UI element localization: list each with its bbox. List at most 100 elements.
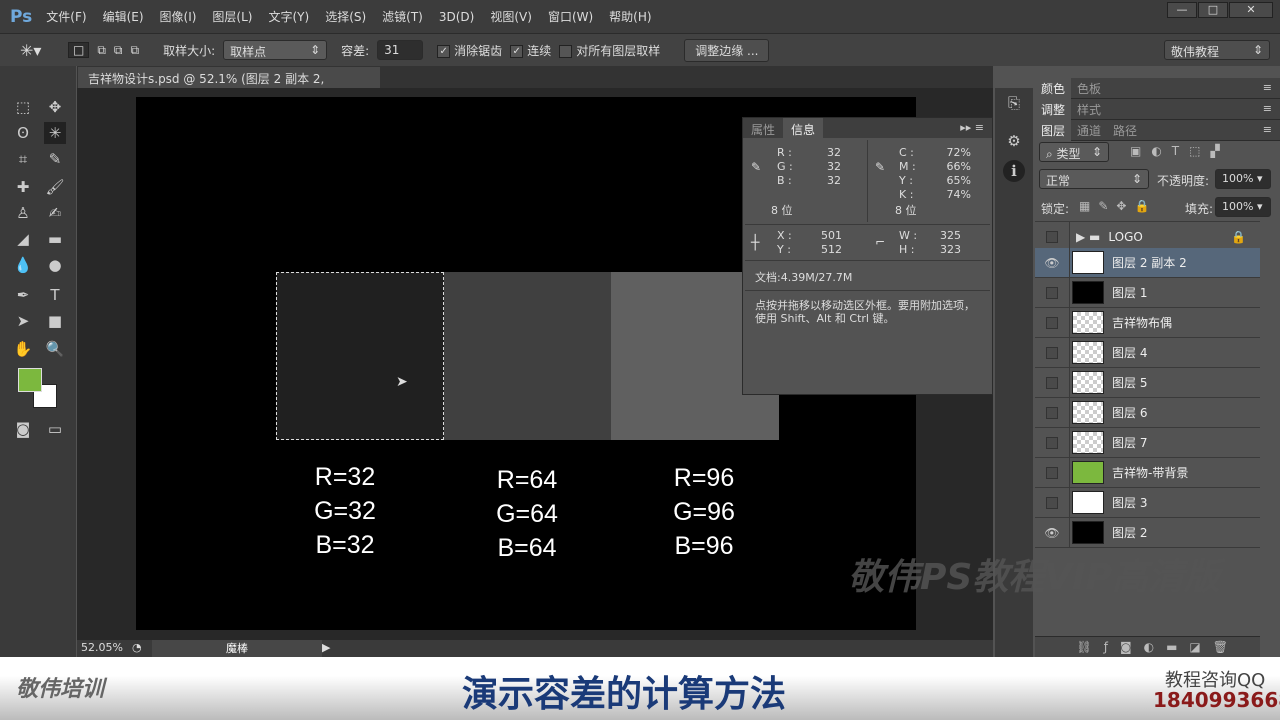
layer-row[interactable]: 👁 图层 2 bbox=[1035, 517, 1260, 548]
layer-row-selected[interactable]: 👁 图层 2 副本 2 bbox=[1035, 247, 1260, 278]
move-tool-icon[interactable]: ✥ bbox=[44, 96, 66, 118]
layer-row[interactable]: 图层 4 bbox=[1035, 337, 1260, 368]
quick-mask-icon[interactable]: ◙ bbox=[12, 418, 34, 440]
dodge-tool-icon[interactable]: ● bbox=[44, 254, 66, 276]
healing-brush-icon[interactable]: ✚ bbox=[12, 176, 34, 198]
layer-row[interactable]: 吉祥物-带背景 bbox=[1035, 457, 1260, 488]
properties-panel-icon[interactable]: ⚙ bbox=[1003, 130, 1025, 152]
antialias-checkbox[interactable]: ✓ 消除锯齿 bbox=[437, 42, 502, 59]
pen-tool-icon[interactable]: ✒ bbox=[12, 284, 34, 306]
minimize-button[interactable]: — bbox=[1167, 2, 1197, 18]
layer-row[interactable]: 图层 7 bbox=[1035, 427, 1260, 458]
menu-3d[interactable]: 3D(D) bbox=[439, 10, 474, 24]
zoom-tool-icon[interactable]: 🔍 bbox=[44, 338, 66, 360]
history-panel-icon[interactable]: ⎘ bbox=[1003, 92, 1025, 114]
type-tool-icon[interactable]: T bbox=[44, 284, 66, 306]
menu-select[interactable]: 选择(S) bbox=[325, 8, 366, 25]
rectangle-tool-icon[interactable]: ■ bbox=[44, 310, 66, 332]
layer-filter-select[interactable]: ⌕ 类型 ⇕ bbox=[1039, 142, 1109, 162]
screen-mode-icon[interactable]: ▭ bbox=[44, 418, 66, 440]
blend-mode-select[interactable]: 正常 ⇕ bbox=[1039, 169, 1149, 189]
sample-size-select[interactable]: 取样点 ⇕ bbox=[223, 40, 328, 60]
tab-info[interactable]: 信息 bbox=[783, 118, 824, 141]
tab-layers[interactable]: 图层 bbox=[1035, 119, 1072, 141]
layers-footer-icons[interactable]: ⛓ƒ◙◐▬◪🗑 bbox=[1035, 636, 1260, 658]
menu-layer[interactable]: 图层(L) bbox=[212, 8, 252, 25]
panel-menu-icon[interactable]: ▸▸ ≡ bbox=[960, 121, 984, 134]
eyedropper-tool-icon[interactable]: ✎ bbox=[44, 148, 66, 170]
layer-row[interactable]: 图层 3 bbox=[1035, 487, 1260, 518]
magic-wand-tool-icon[interactable]: ✳ bbox=[44, 122, 66, 144]
magic-wand-icon[interactable]: ✳▾ bbox=[20, 41, 60, 60]
menu-help[interactable]: 帮助(H) bbox=[609, 8, 651, 25]
tab-swatches[interactable]: 色板 bbox=[1071, 78, 1107, 99]
status-info-icon[interactable]: ◔ bbox=[132, 641, 142, 654]
subtract-selection-icon[interactable]: ⧉ bbox=[114, 43, 123, 58]
tab-channels[interactable]: 通道 bbox=[1071, 120, 1107, 141]
layer-row[interactable]: 图层 1 bbox=[1035, 277, 1260, 308]
maximize-button[interactable]: □ bbox=[1198, 2, 1228, 18]
eye-icon[interactable]: 👁 bbox=[1035, 517, 1070, 548]
opacity-input[interactable]: 100% ▾ bbox=[1215, 169, 1271, 189]
all-layers-checkbox[interactable]: 对所有图层取样 bbox=[559, 42, 660, 59]
brush-tool-icon[interactable]: 🖌 bbox=[44, 176, 66, 198]
visibility-toggle[interactable] bbox=[1046, 286, 1058, 299]
marquee-tool-icon[interactable]: ⬚ bbox=[12, 96, 34, 118]
menu-view[interactable]: 视图(V) bbox=[490, 8, 532, 25]
fill-input[interactable]: 100% ▾ bbox=[1215, 197, 1271, 217]
visibility-toggle[interactable] bbox=[1046, 346, 1058, 359]
path-select-icon[interactable]: ➤ bbox=[12, 310, 34, 332]
menu-file[interactable]: 文件(F) bbox=[46, 8, 86, 25]
menu-window[interactable]: 窗口(W) bbox=[548, 8, 593, 25]
visibility-toggle[interactable] bbox=[1046, 436, 1058, 449]
layer-filter-icons[interactable]: ▣◐T⬚▞ bbox=[1130, 144, 1230, 158]
new-selection-icon[interactable]: □ bbox=[68, 42, 90, 58]
add-selection-icon[interactable]: ⧉ bbox=[97, 43, 106, 58]
panel-menu-icon[interactable]: ≡ bbox=[1263, 123, 1272, 136]
visibility-toggle[interactable] bbox=[1046, 376, 1058, 389]
layer-row[interactable]: 吉祥物布偶 bbox=[1035, 307, 1260, 338]
info-panel-icon[interactable]: ℹ bbox=[1003, 160, 1025, 182]
lock-icons[interactable]: ▦✎✥🔒 bbox=[1079, 199, 1157, 213]
swatch-32[interactable] bbox=[276, 272, 444, 440]
refine-edge-button[interactable]: 调整边缘 ... bbox=[684, 38, 770, 62]
tolerance-input[interactable]: 31 bbox=[377, 40, 424, 60]
eraser-tool-icon[interactable]: ◢ bbox=[12, 228, 34, 250]
blur-tool-icon[interactable]: 💧 bbox=[12, 254, 34, 276]
tab-adjustments[interactable]: 调整 bbox=[1035, 98, 1072, 120]
stamp-tool-icon[interactable]: ♙ bbox=[12, 202, 34, 224]
eyedropper-rgb-icon[interactable]: ✎ bbox=[751, 160, 761, 174]
panel-menu-icon[interactable]: ≡ bbox=[1263, 81, 1272, 94]
menu-type[interactable]: 文字(Y) bbox=[268, 8, 309, 25]
visibility-toggle[interactable] bbox=[1046, 406, 1058, 419]
status-menu-arrow[interactable]: ▶ bbox=[322, 641, 330, 654]
eye-icon[interactable]: 👁 bbox=[1035, 247, 1070, 278]
hand-tool-icon[interactable]: ✋ bbox=[12, 338, 34, 360]
lasso-tool-icon[interactable]: ʘ bbox=[12, 122, 34, 144]
tab-properties[interactable]: 属性 bbox=[743, 118, 783, 141]
menu-edit[interactable]: 编辑(E) bbox=[103, 8, 144, 25]
contiguous-checkbox[interactable]: ✓ 连续 bbox=[510, 42, 551, 59]
visibility-toggle[interactable] bbox=[1046, 496, 1058, 509]
panel-menu-icon[interactable]: ≡ bbox=[1263, 102, 1272, 115]
close-button[interactable]: ✕ bbox=[1229, 2, 1273, 18]
history-brush-icon[interactable]: ✍ bbox=[44, 202, 66, 224]
visibility-toggle[interactable] bbox=[1046, 316, 1058, 329]
intersect-selection-icon[interactable]: ⧉ bbox=[131, 43, 140, 58]
layer-row[interactable]: 图层 6 bbox=[1035, 397, 1260, 428]
visibility-toggle[interactable] bbox=[1046, 466, 1058, 479]
tab-paths[interactable]: 路径 bbox=[1107, 120, 1143, 141]
visibility-toggle[interactable] bbox=[1046, 230, 1058, 243]
foreground-color[interactable] bbox=[18, 368, 42, 392]
zoom-level[interactable]: 52.05% bbox=[81, 641, 123, 654]
layer-row[interactable]: 图层 5 bbox=[1035, 367, 1260, 398]
workspace-select[interactable]: 敬伟教程 ⇕ bbox=[1164, 40, 1270, 60]
eyedropper-cmyk-icon[interactable]: ✎ bbox=[875, 160, 885, 174]
document-tab[interactable]: 吉祥物设计s.psd @ 52.1% (图层 2 副本 2, RGB/8) * … bbox=[78, 67, 380, 101]
menu-image[interactable]: 图像(I) bbox=[160, 8, 197, 25]
gradient-tool-icon[interactable]: ▬ bbox=[44, 228, 66, 250]
tab-color[interactable]: 颜色 bbox=[1035, 77, 1072, 99]
tab-styles[interactable]: 样式 bbox=[1071, 99, 1107, 120]
menu-filter[interactable]: 滤镜(T) bbox=[382, 8, 423, 25]
crop-tool-icon[interactable]: ⌗ bbox=[12, 148, 34, 170]
